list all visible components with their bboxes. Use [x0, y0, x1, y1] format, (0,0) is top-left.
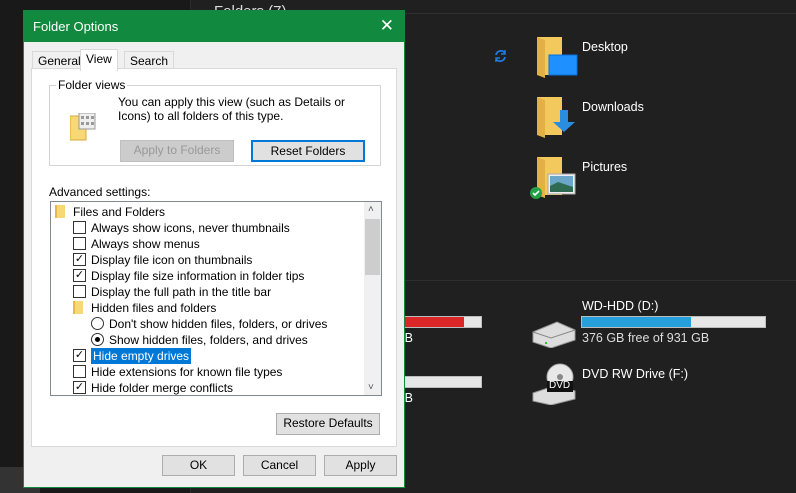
desktop-folder-icon [537, 37, 578, 78]
apply-to-folders-button[interactable]: Apply to Folders [120, 140, 234, 162]
drive-name[interactable]: DVD RW Drive (F:) [582, 367, 688, 381]
tab-view[interactable]: View [80, 49, 118, 71]
checkbox-unchecked[interactable] [73, 237, 86, 250]
dialog-title: Folder Options [33, 19, 119, 34]
setting-label: Show hidden files, folders, and drives [109, 333, 308, 347]
setting-label: Hide empty drives [91, 348, 192, 364]
setting-checkbox[interactable]: ✓ Hide empty drives [73, 348, 192, 364]
checkbox-unchecked[interactable] [73, 365, 86, 378]
setting-checkbox[interactable]: ✓ Hide folder merge conflicts [73, 380, 234, 395]
checkbox-checked[interactable]: ✓ [73, 381, 86, 394]
checkbox-checked[interactable]: ✓ [73, 253, 86, 266]
setting-checkbox[interactable]: Hide extensions for known file types [73, 364, 282, 380]
dvd-drive-icon[interactable]: DVD [531, 363, 576, 406]
setting-radio[interactable]: Show hidden files, folders, and drives [91, 332, 308, 348]
folder-views-label: Folder views [56, 78, 128, 92]
folder-name[interactable]: Pictures [582, 160, 627, 174]
hard-drive-icon[interactable] [531, 320, 576, 348]
close-icon[interactable]: ✕ [380, 16, 394, 36]
setting-checkbox[interactable]: ✓ Display file icon on thumbnails [73, 252, 252, 268]
setting-folder: Files and Folders [55, 204, 165, 220]
drive-name[interactable]: WD-HDD (D:) [582, 299, 658, 313]
setting-radio[interactable]: Don't show hidden files, folders, or dri… [91, 316, 327, 332]
folder-icon [55, 205, 65, 218]
setting-label: Hide extensions for known file types [91, 365, 283, 379]
scrollbar-thumb[interactable] [365, 219, 380, 275]
setting-checkbox[interactable]: Always show icons, never thumbnails [73, 220, 290, 236]
setting-checkbox[interactable]: ✓ Display file size information in folder… [73, 268, 304, 284]
folder-options-dialog: Folder Options ✕ General View Search Fold… [23, 10, 405, 488]
setting-label: Hidden files and folders [91, 301, 217, 315]
folder-downloads[interactable] [537, 97, 579, 142]
setting-label: Files and Folders [73, 205, 166, 219]
folder-pictures[interactable] [529, 157, 579, 204]
folder-desktop[interactable] [537, 37, 579, 82]
scrollbar[interactable]: ˄ ˅ [364, 202, 381, 395]
reset-folders-button[interactable]: Reset Folders [251, 140, 365, 162]
pictures-folder-icon [530, 157, 576, 199]
sync-icon [495, 50, 506, 62]
folder-views-description: You can apply this view (such as Details… [118, 95, 346, 123]
folder-icon [73, 301, 83, 314]
setting-label: Always show menus [91, 237, 200, 251]
folder-name[interactable]: Desktop [582, 40, 628, 54]
dvd-badge: DVD [549, 380, 571, 391]
setting-label: Display file size information in folder … [91, 269, 305, 283]
drive-space-text: B [405, 331, 413, 345]
checkbox-checked[interactable]: ✓ [73, 269, 86, 282]
radio-selected[interactable] [91, 333, 104, 346]
drive-space-text: 376 GB free of 931 GB [582, 331, 710, 345]
downloads-folder-icon [537, 97, 575, 138]
folder-views-icon [70, 113, 96, 141]
scroll-down-icon[interactable]: ˅ [368, 382, 374, 393]
cancel-button[interactable]: Cancel [243, 455, 316, 476]
title-bar[interactable]: Folder Options ✕ [24, 11, 404, 42]
setting-label: Display file icon on thumbnails [91, 253, 253, 267]
restore-defaults-button[interactable]: Restore Defaults [276, 413, 380, 435]
advanced-settings-list[interactable]: Files and Folders Always show icons, neve… [50, 201, 382, 396]
setting-label: Hide folder merge conflicts [91, 381, 234, 395]
setting-folder: Hidden files and folders [73, 300, 216, 316]
drive-usage-bar [405, 376, 482, 388]
checkbox-unchecked[interactable] [73, 285, 86, 298]
setting-label: Always show icons, never thumbnails [91, 221, 290, 235]
apply-button[interactable]: Apply [324, 455, 397, 476]
checkbox-checked[interactable]: ✓ [73, 349, 86, 362]
drive-usage-bar [581, 316, 766, 328]
setting-label: Don't show hidden files, folders, or dri… [109, 317, 328, 331]
radio-unselected[interactable] [91, 317, 104, 330]
setting-label: Display the full path in the title bar [91, 285, 272, 299]
scroll-up-icon[interactable]: ˄ [368, 204, 374, 215]
view-tab-panel: Folder views You can apply this view (su… [31, 68, 397, 447]
folder-name[interactable]: Downloads [582, 100, 644, 114]
ok-button[interactable]: OK [162, 455, 235, 476]
drive-usage-bar [405, 316, 482, 328]
setting-checkbox[interactable]: Always show menus [73, 236, 200, 252]
advanced-settings-label: Advanced settings: [49, 185, 151, 199]
drive-space-text: B [405, 391, 413, 405]
checkbox-unchecked[interactable] [73, 221, 86, 234]
setting-checkbox[interactable]: Display the full path in the title bar [73, 284, 271, 300]
